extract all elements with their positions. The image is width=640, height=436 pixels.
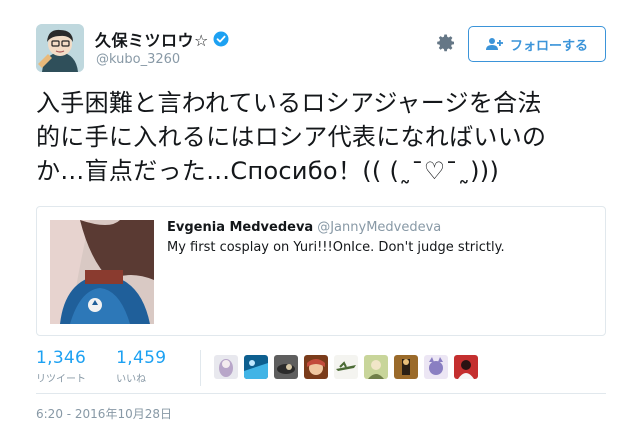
liker-avatar[interactable]	[244, 355, 268, 379]
likes-stat[interactable]: 1,459 いいね	[116, 348, 166, 385]
likes-count: 1,459	[116, 348, 167, 368]
name-row: 久保ミツロウ☆	[95, 27, 229, 51]
person-plus-icon	[485, 37, 504, 51]
tweet-card: 久保ミツロウ☆ @kubo_3260 フォローする 入手困難と言われているロシア…	[0, 0, 640, 436]
liker-avatars	[214, 355, 484, 379]
retweets-stat[interactable]: 1,346 リツイート	[36, 348, 86, 385]
quoted-tweet-text: My first cosplay on Yuri!!!OnIce. Don't …	[167, 240, 505, 255]
follow-button[interactable]: フォローする	[468, 26, 606, 62]
tweet-timestamp[interactable]: 6:20 - 2016年10月28日	[36, 405, 172, 422]
tweet-stats: 1,346 リツイート 1,459 いいね	[36, 348, 196, 385]
gear-icon[interactable]	[436, 33, 456, 53]
likes-label: いいね	[116, 374, 147, 385]
stats-divider	[200, 350, 201, 386]
retweets-label: リツイート	[36, 374, 86, 385]
liker-avatar[interactable]	[304, 355, 328, 379]
retweets-count: 1,346	[36, 348, 87, 368]
liker-avatar[interactable]	[364, 355, 388, 379]
tweet-text-line: 入手困難と言われているロシアジャージを合法	[36, 89, 542, 117]
display-name[interactable]: 久保ミツロウ☆	[95, 27, 209, 51]
liker-avatar[interactable]	[424, 355, 448, 379]
liker-avatar[interactable]	[274, 355, 298, 379]
liker-avatar[interactable]	[394, 355, 418, 379]
tweet-text-line: か…盲点だった…Спосибо！(( (˷¯♡¯˷)))	[36, 157, 500, 185]
tweet-text-line: 的に手に入れるにはロシア代表になればいいの	[36, 123, 547, 151]
divider	[36, 393, 606, 394]
user-handle[interactable]: @kubo_3260	[96, 52, 180, 67]
quoted-tweet-author: Evgenia Medvedeva @JannyMedvedeva	[167, 220, 441, 235]
liker-avatar[interactable]	[334, 355, 358, 379]
follow-button-label: フォローする	[509, 38, 588, 54]
quoted-author-name[interactable]: Evgenia Medvedeva	[167, 220, 313, 235]
user-avatar[interactable]	[36, 24, 84, 72]
liker-avatar[interactable]	[454, 355, 478, 379]
tweet-text: 入手困難と言われているロシアジャージを合法 的に手に入れるにはロシア代表になれば…	[36, 86, 616, 188]
quoted-tweet-card[interactable]: Evgenia Medvedeva @JannyMedvedeva My firs…	[36, 206, 606, 336]
verified-badge-icon	[213, 31, 229, 47]
quoted-tweet-image[interactable]	[50, 220, 154, 324]
quoted-author-handle[interactable]: @JannyMedvedeva	[317, 220, 441, 235]
liker-avatar[interactable]	[214, 355, 238, 379]
